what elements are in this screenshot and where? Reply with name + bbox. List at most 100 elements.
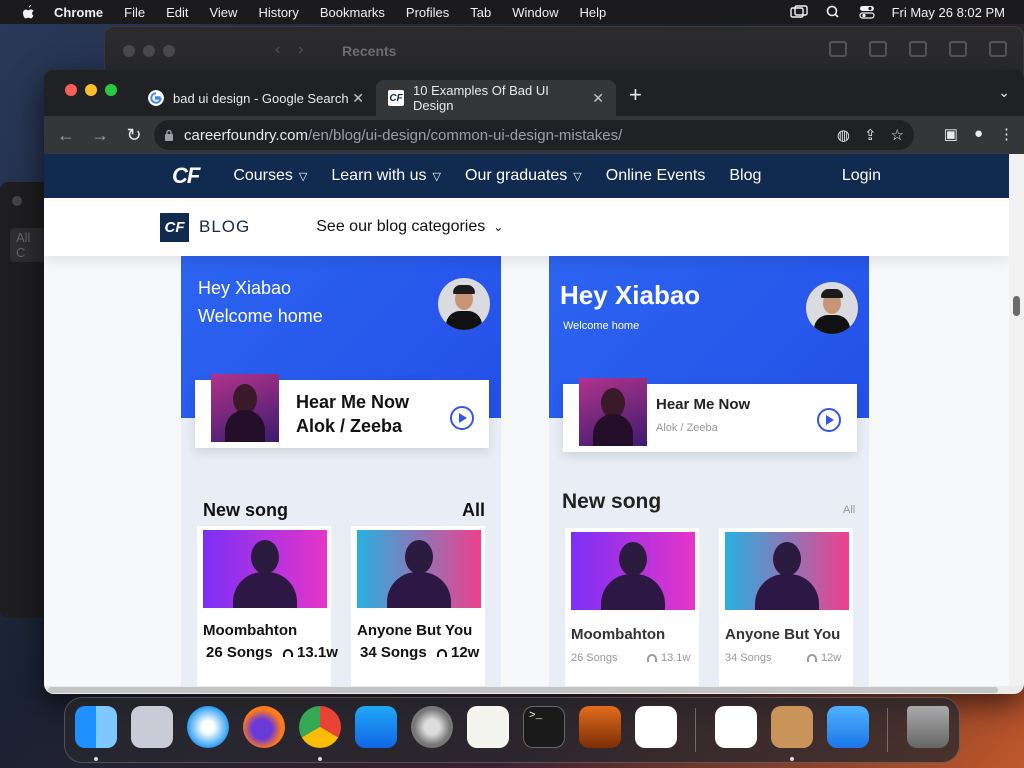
song-cover	[203, 530, 327, 608]
spotlight-search-icon[interactable]	[824, 5, 842, 19]
section-all-link[interactable]: All	[462, 500, 485, 521]
apple-menu-icon[interactable]	[20, 4, 36, 20]
nav-online-events[interactable]: Online Events	[606, 167, 706, 185]
play-icon[interactable]	[450, 406, 474, 430]
blog-categories-dropdown[interactable]: See our blog categories ⌄	[316, 218, 503, 236]
now-playing-card[interactable]: Hear Me Now Alok / Zeeba	[195, 374, 489, 448]
nav-learn-with-us[interactable]: Learn with us ▽	[331, 167, 441, 185]
screen-mirroring-icon[interactable]	[789, 5, 808, 19]
google-lens-icon[interactable]: ◍	[837, 126, 850, 144]
launchpad-icon[interactable]	[131, 706, 173, 748]
tab-title: 10 Examples Of Bad UI Design	[413, 83, 549, 113]
trash-icon[interactable]	[907, 706, 949, 748]
background-left-label: All C	[10, 228, 48, 262]
forward-icon[interactable]: →	[88, 125, 112, 146]
login-link[interactable]: Login	[842, 167, 881, 185]
menu-bookmarks[interactable]: Bookmarks	[320, 5, 385, 20]
chevron-down-icon: ▽	[573, 171, 582, 183]
careerfoundry-logo[interactable]: CF	[172, 163, 200, 189]
now-playing-title: Hear Me Now	[656, 396, 751, 413]
system-settings-icon[interactable]	[411, 706, 453, 748]
app-store-icon[interactable]	[355, 706, 397, 748]
contacts-icon[interactable]	[771, 706, 813, 748]
play-icon[interactable]	[817, 408, 841, 432]
garageband-icon[interactable]	[579, 706, 621, 748]
lock-icon[interactable]	[164, 129, 174, 141]
song-title: Anyone But You	[357, 622, 473, 639]
headphones-icon	[807, 654, 817, 663]
chrome-window: bad ui design - Google Search ✕ CF 10 Ex…	[44, 70, 1024, 694]
terminal-icon[interactable]: >_	[523, 706, 565, 748]
song-plays: 12w	[807, 652, 841, 664]
google-icon	[148, 90, 164, 106]
site-nav-bar: CF Courses ▽ Learn with us ▽ Our graduates…	[44, 154, 1009, 198]
section-all-link[interactable]: All	[843, 504, 855, 516]
avatar	[438, 278, 490, 330]
bookmark-star-icon[interactable]: ☆	[891, 126, 904, 144]
menu-history[interactable]: History	[258, 5, 298, 20]
menu-tab[interactable]: Tab	[470, 5, 491, 20]
song-card[interactable]: Anyone But You 34 Songs 12w	[351, 526, 485, 686]
song-plays: 13.1w	[283, 644, 338, 661]
avatar	[806, 282, 858, 334]
close-window-button[interactable]	[65, 84, 77, 96]
vertical-scrollbar[interactable]	[1009, 154, 1024, 686]
vscode-icon[interactable]	[635, 706, 677, 748]
nav-blog[interactable]: Blog	[729, 167, 761, 185]
menu-help[interactable]: Help	[580, 5, 607, 20]
menu-edit[interactable]: Edit	[166, 5, 188, 20]
back-icon[interactable]: ←	[54, 125, 78, 146]
profile-icon[interactable]: ●	[974, 125, 983, 143]
chrome-icon[interactable]	[299, 706, 341, 748]
now-playing-card[interactable]: Hear Me Now Alok / Zeeba	[563, 378, 857, 452]
nav-our-graduates[interactable]: Our graduates ▽	[465, 167, 582, 185]
share-icon[interactable]: ⇪	[864, 126, 877, 144]
menu-profiles[interactable]: Profiles	[406, 5, 449, 20]
song-card[interactable]: Moombahton 26 Songs 13.1w	[197, 526, 338, 686]
side-panel-icon[interactable]: ▣	[944, 125, 958, 143]
chrome-menu-icon[interactable]: ⋮	[999, 125, 1014, 143]
new-tab-icon[interactable]: +	[629, 82, 642, 108]
song-title: Moombahton	[203, 622, 298, 639]
minimize-window-button[interactable]	[85, 84, 97, 96]
now-playing-artist: Alok / Zeeba	[296, 416, 403, 436]
scrollbar-thumb[interactable]	[48, 687, 998, 693]
menu-app-name[interactable]: Chrome	[54, 5, 103, 20]
blog-logo[interactable]: CF	[160, 212, 189, 242]
finder-icon[interactable]	[75, 706, 117, 748]
song-card[interactable]: Moombahton 26 Songs 13.1w	[565, 528, 699, 686]
close-tab-icon[interactable]: ✕	[592, 90, 604, 107]
control-center-icon[interactable]	[858, 5, 876, 19]
tab-title: bad ui design - Google Search	[173, 90, 349, 106]
close-tab-icon[interactable]: ✕	[352, 90, 364, 107]
mockup-bad-example: Hey Xiabao Welcome home Hear Me Now Alok…	[181, 256, 501, 686]
mail-icon[interactable]	[827, 706, 869, 748]
tab-bad-ui-article[interactable]: CF 10 Examples Of Bad UI Design ✕	[376, 80, 616, 116]
menubar-clock[interactable]: Fri May 26 8:02 PM	[892, 5, 1005, 20]
horizontal-scrollbar[interactable]	[44, 686, 1024, 694]
scrollbar-thumb[interactable]	[1013, 296, 1020, 316]
address-bar[interactable]: careerfoundry.com /en/blog/ui-design/com…	[154, 120, 914, 150]
menu-file[interactable]: File	[124, 5, 145, 20]
blog-wordmark[interactable]: BLOG	[199, 217, 250, 237]
visual-studio-icon[interactable]	[715, 706, 757, 748]
tab-google-search[interactable]: bad ui design - Google Search ✕	[136, 80, 376, 116]
firefox-icon[interactable]	[243, 706, 285, 748]
zoom-window-button[interactable]	[105, 84, 117, 96]
greeting-line1: Hey Xiabao	[560, 280, 701, 310]
song-count: 34 Songs	[360, 644, 427, 661]
menu-bar: Chrome File Edit View History Bookmarks …	[0, 0, 1024, 24]
tab-search-chevron-icon[interactable]: ⌄	[998, 84, 1010, 101]
greeting-line2: Welcome home	[198, 306, 323, 326]
song-card[interactable]: Anyone But You 34 Songs 12w	[719, 528, 853, 686]
menu-view[interactable]: View	[209, 5, 237, 20]
album-cover	[211, 374, 279, 442]
reload-icon[interactable]: ↻	[122, 125, 146, 146]
safari-icon[interactable]	[187, 706, 229, 748]
now-playing-title: Hear Me Now	[296, 392, 410, 412]
textedit-icon[interactable]	[467, 706, 509, 748]
headphones-icon	[647, 654, 657, 663]
menu-window[interactable]: Window	[512, 5, 558, 20]
window-controls	[65, 84, 117, 96]
nav-courses[interactable]: Courses ▽	[233, 167, 307, 185]
